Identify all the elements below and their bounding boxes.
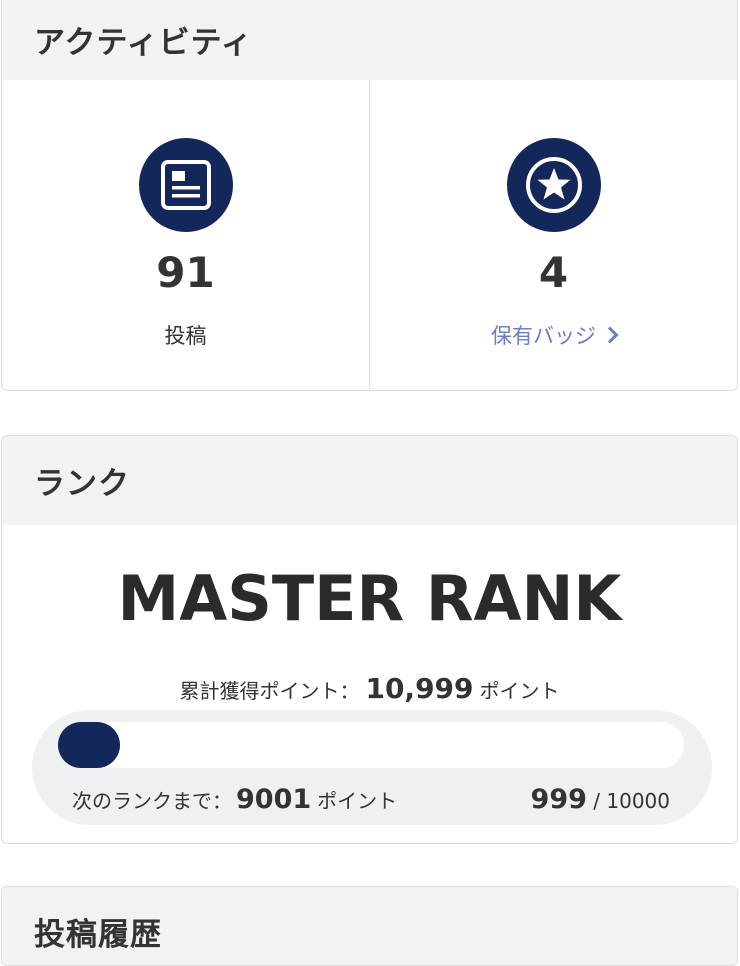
- next-rank-unit: ポイント: [317, 789, 398, 813]
- activity-card: アクティビティ 91 投稿 4 保有バッジ: [1, 0, 738, 391]
- activity-title: アクティビティ: [34, 24, 253, 61]
- rank-title: ランク: [34, 466, 130, 502]
- progress-max: 10000: [606, 789, 670, 813]
- posts-count: 91: [156, 248, 215, 297]
- total-points-value: 10,999: [365, 672, 474, 705]
- rank-progress-fill: [58, 722, 120, 768]
- history-header: 投稿履歴: [2, 887, 737, 965]
- chevron-right-icon: [601, 326, 619, 344]
- rank-progress-panel: 次のランクまで： 9001 ポイント 999 / 10000: [32, 710, 712, 825]
- next-rank-points: 次のランクまで： 9001 ポイント: [72, 784, 397, 815]
- rank-progress-track: [58, 722, 684, 768]
- badges-link[interactable]: 保有バッジ: [370, 320, 737, 350]
- next-rank-value: 9001: [236, 784, 312, 815]
- progress-current: 999: [530, 784, 587, 815]
- rank-header: ランク: [2, 436, 737, 525]
- total-points-unit: ポイント: [479, 679, 560, 703]
- next-rank-label: 次のランクまで：: [72, 789, 232, 813]
- badge-star-icon: [506, 138, 601, 232]
- posts-stat: 91 投稿: [2, 80, 369, 389]
- rank-name: MASTER RANK: [117, 562, 622, 635]
- progress-separator: /: [586, 789, 607, 813]
- total-points-label: 累計獲得ポイント：: [179, 679, 360, 703]
- badges-link-label[interactable]: 保有バッジ: [491, 324, 596, 348]
- badges-stat: 4 保有バッジ: [369, 80, 737, 389]
- total-points: 累計獲得ポイント： 10,999 ポイント: [2, 672, 737, 705]
- activity-stats: 91 投稿 4 保有バッジ: [2, 80, 737, 389]
- progress-ratio: 999 / 10000: [531, 784, 670, 815]
- posts-label: 投稿: [164, 324, 207, 348]
- history-title: 投稿履歴: [34, 917, 162, 953]
- rank-card: ランク MASTER RANK 累計獲得ポイント： 10,999 ポイント 次のラン…: [1, 435, 738, 844]
- article-icon: [138, 138, 233, 232]
- badges-count: 4: [538, 248, 569, 297]
- history-card: 投稿履歴: [1, 886, 738, 966]
- activity-header: アクティビティ: [2, 0, 737, 80]
